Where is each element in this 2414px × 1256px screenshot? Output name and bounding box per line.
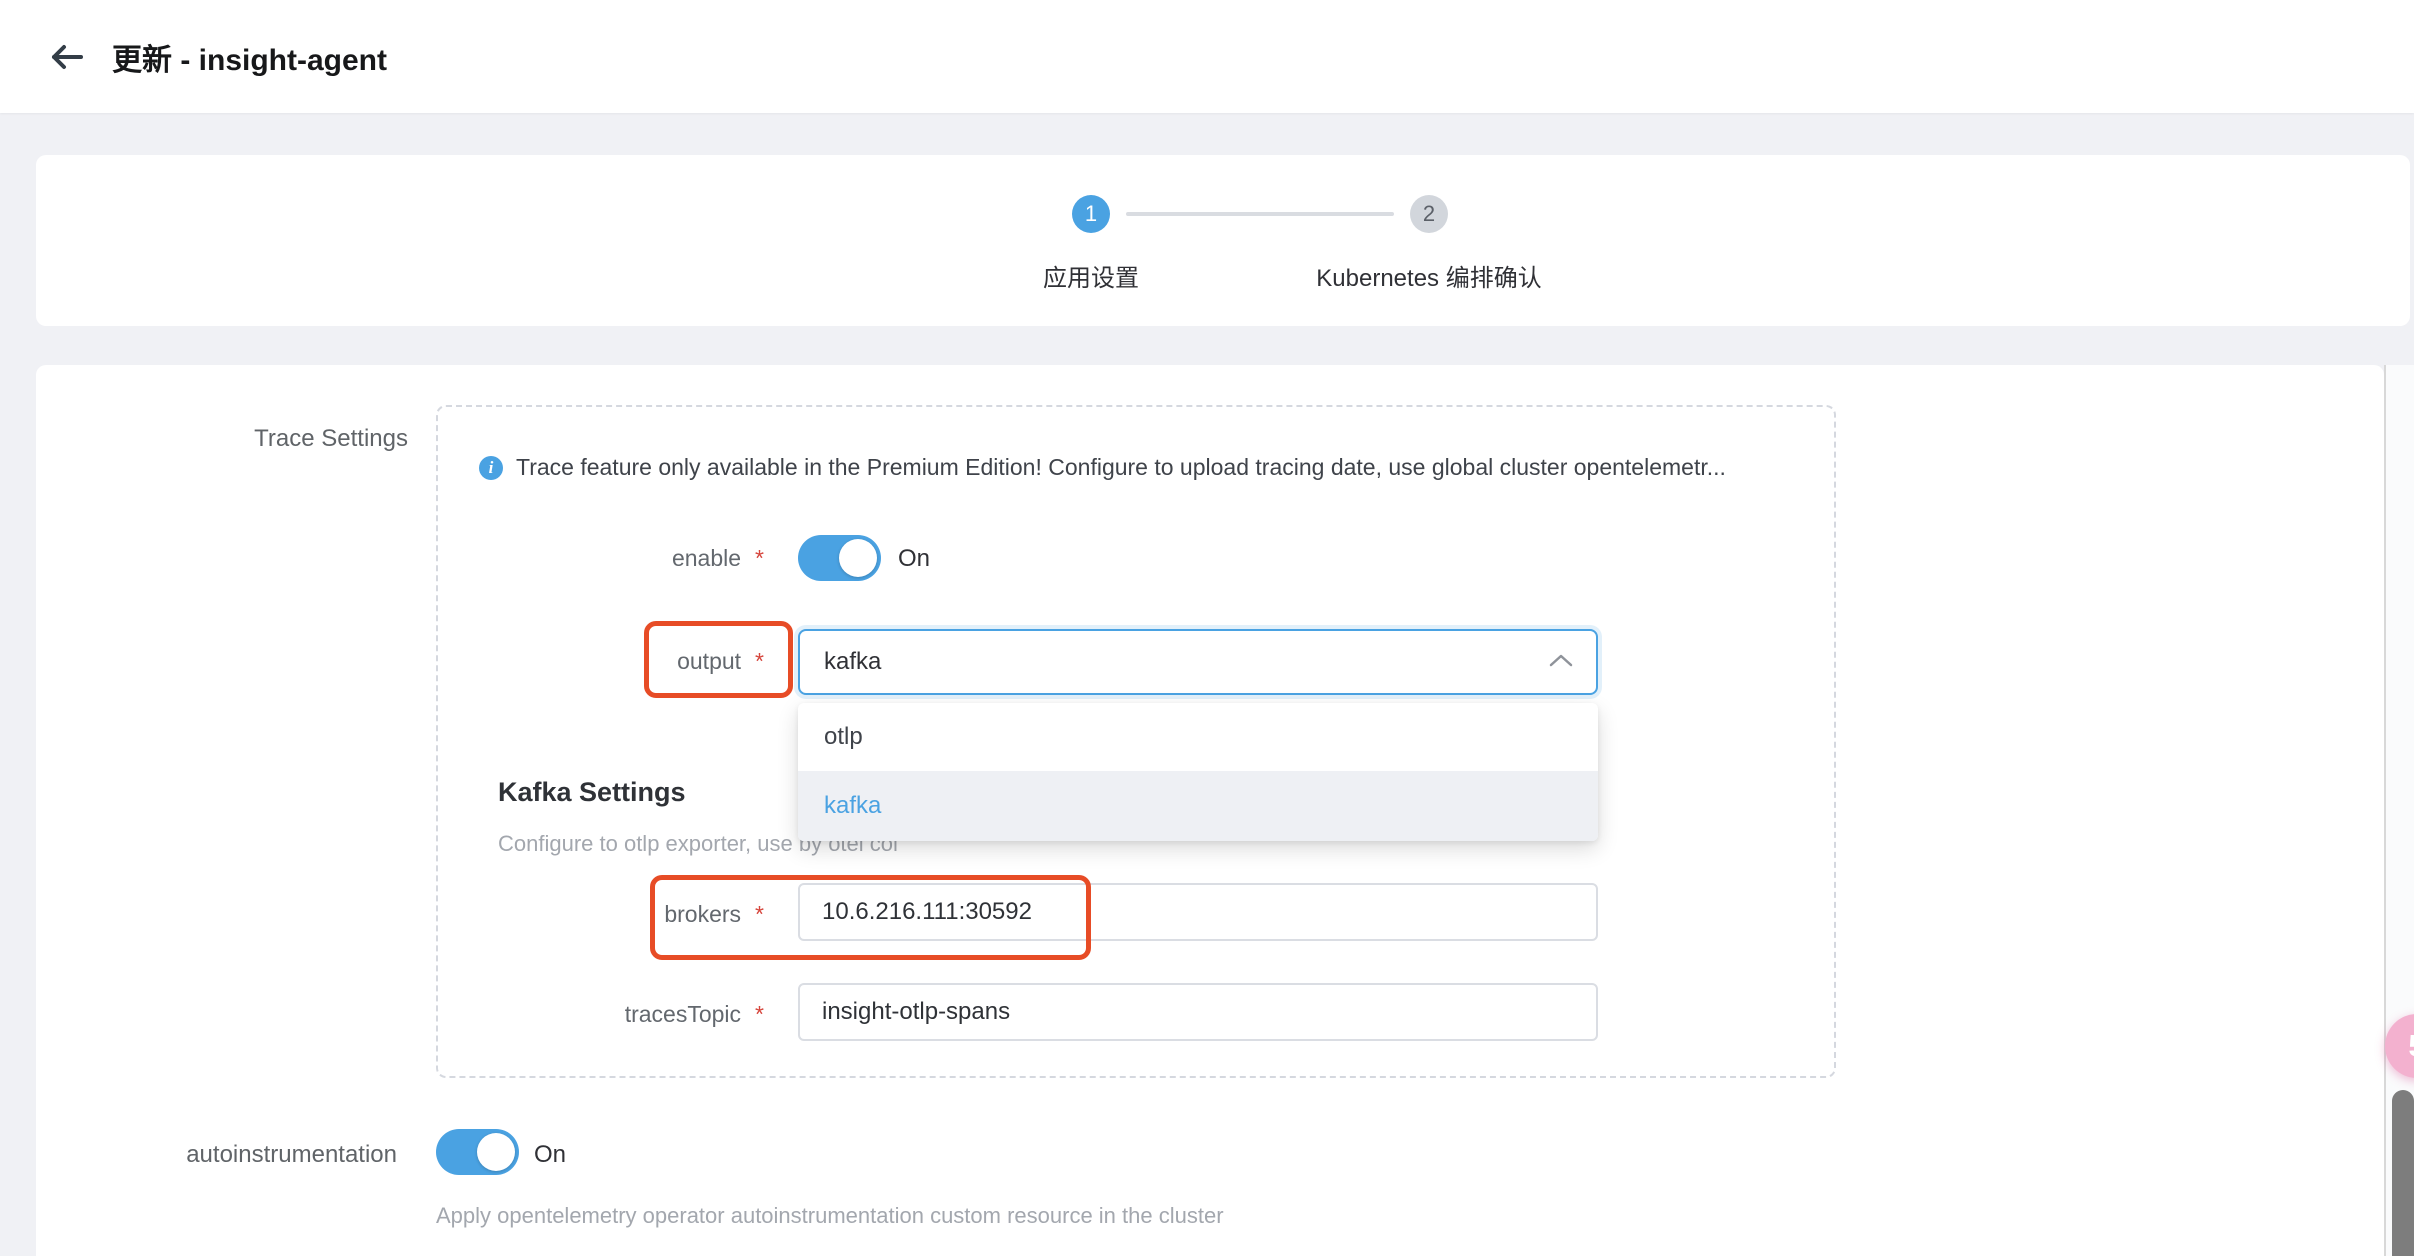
trace-settings-section-label: Trace Settings bbox=[36, 425, 408, 453]
output-select[interactable]: kafka bbox=[798, 629, 1598, 695]
form-card: Trace Settings i Trace feature only avai… bbox=[36, 365, 2384, 1256]
back-button[interactable] bbox=[44, 35, 88, 79]
page-title: 更新 - insight-agent bbox=[112, 35, 387, 79]
step-1-circle[interactable]: 1 bbox=[1072, 195, 1110, 233]
brokers-field-label: brokers* bbox=[438, 901, 764, 928]
stepper-card: 1 2 应用设置 Kubernetes 编排确认 bbox=[36, 155, 2410, 326]
enable-field-label: enable* bbox=[438, 545, 764, 572]
output-field-label: output* bbox=[438, 648, 764, 675]
traces-topic-field-label: tracesTopic* bbox=[438, 1001, 764, 1028]
autoinstrumentation-description: Apply opentelemetry operator autoinstrum… bbox=[436, 1203, 1224, 1229]
scrollbar-thumb[interactable] bbox=[2392, 1090, 2414, 1256]
traces-topic-input[interactable] bbox=[798, 983, 1598, 1041]
step-2-circle[interactable]: 2 bbox=[1410, 195, 1448, 233]
autoinstrumentation-field-label: autoinstrumentation bbox=[36, 1141, 397, 1169]
autoinstrumentation-toggle[interactable] bbox=[436, 1129, 519, 1175]
enable-toggle-state-label: On bbox=[898, 545, 930, 573]
dropdown-option-otlp[interactable]: otlp bbox=[798, 703, 1598, 771]
step-2-label[interactable]: Kubernetes 编排确认 bbox=[1316, 258, 1541, 293]
trace-settings-group: i Trace feature only available in the Pr… bbox=[436, 405, 1836, 1078]
info-icon: i bbox=[479, 456, 503, 480]
toggle-knob bbox=[477, 1133, 515, 1171]
required-asterisk: * bbox=[755, 901, 764, 927]
toggle-knob bbox=[839, 539, 877, 577]
trace-info-text: Trace feature only available in the Prem… bbox=[516, 454, 1816, 481]
arrow-left-icon bbox=[47, 42, 85, 72]
required-asterisk: * bbox=[755, 1001, 764, 1027]
step-connector-line bbox=[1126, 212, 1394, 216]
output-select-value: kafka bbox=[824, 648, 881, 676]
chevron-up-icon bbox=[1548, 652, 1574, 675]
autoinstrumentation-toggle-state-label: On bbox=[534, 1141, 566, 1169]
required-asterisk: * bbox=[755, 648, 764, 674]
kafka-settings-heading: Kafka Settings bbox=[498, 777, 686, 808]
page-header: 更新 - insight-agent bbox=[0, 0, 2414, 113]
required-asterisk: * bbox=[755, 545, 764, 571]
enable-toggle[interactable] bbox=[798, 535, 881, 581]
output-dropdown-menu: otlp kafka bbox=[798, 703, 1598, 841]
step-1-label[interactable]: 应用设置 bbox=[1043, 258, 1139, 293]
brokers-input[interactable] bbox=[798, 883, 1598, 941]
dropdown-option-kafka[interactable]: kafka bbox=[798, 771, 1598, 841]
